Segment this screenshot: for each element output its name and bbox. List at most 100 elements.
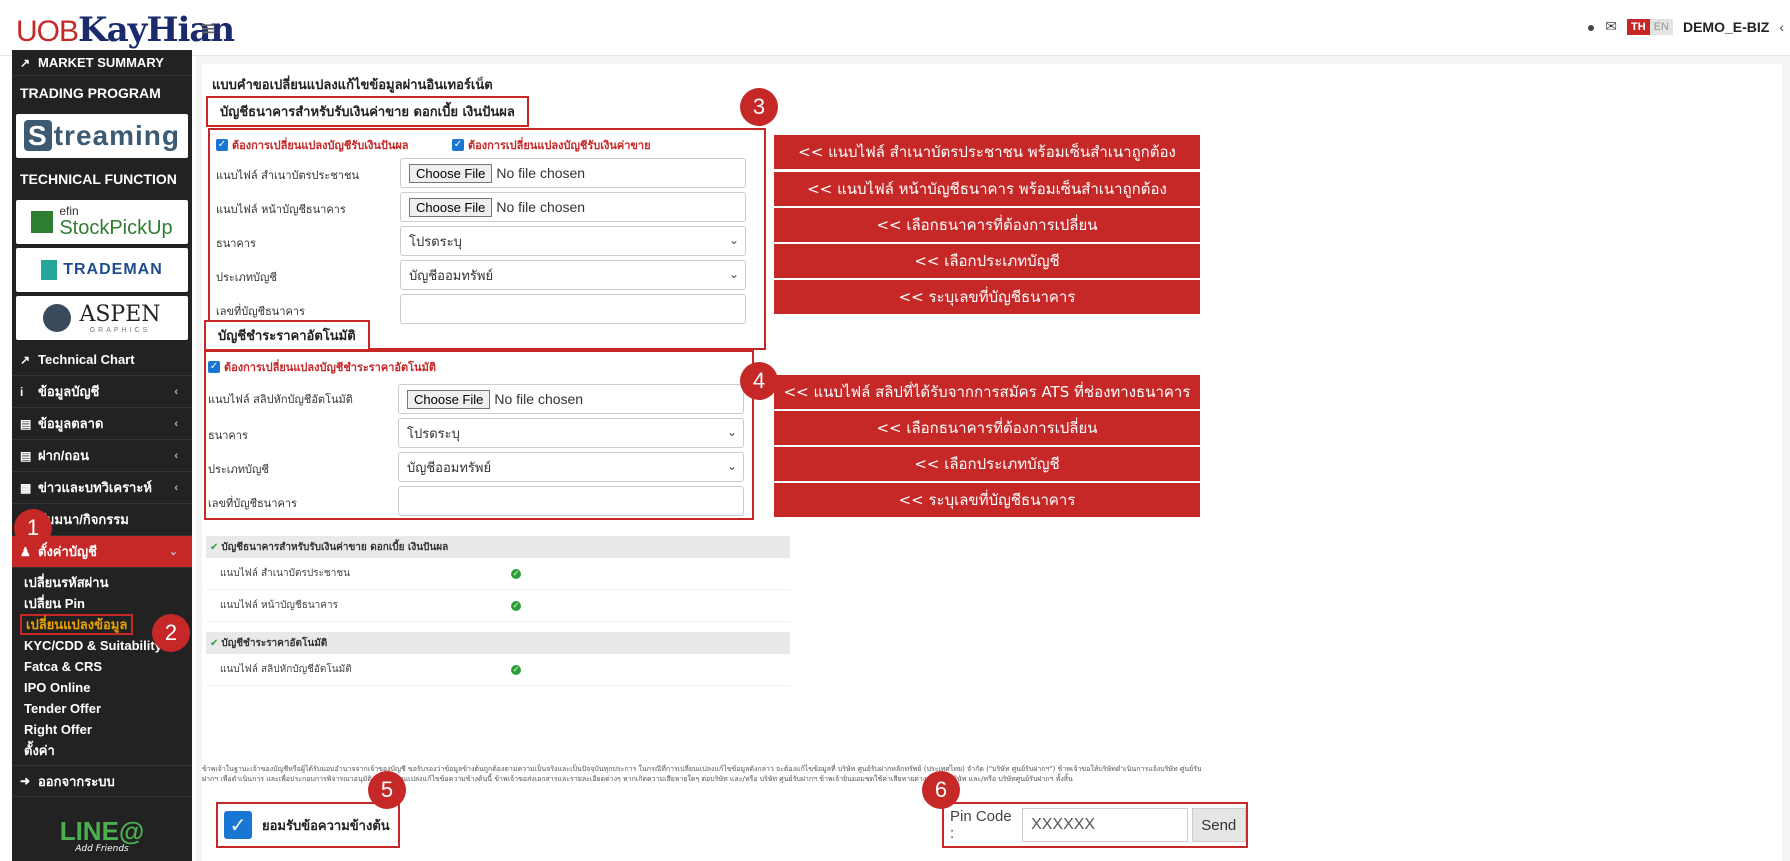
label-ats-account-no: เลขที่บัญชีธนาคาร bbox=[208, 497, 297, 510]
logout-icon: ➜ bbox=[20, 774, 31, 788]
hint-ats-account-type: << เลือกประเภทบัญชี bbox=[774, 447, 1200, 481]
summary-table: ✔ บัญชีธนาคารสำหรับรับเงินค่าขาย ดอกเบี้… bbox=[206, 536, 790, 686]
summary-header-label: บัญชีธนาคารสำหรับรับเงินค่าขาย ดอกเบี้ย … bbox=[221, 541, 449, 553]
file-status: No file chosen bbox=[496, 165, 586, 181]
file-input-ats-slip[interactable]: Choose File No file chosen bbox=[398, 384, 744, 414]
submenu-change-pin[interactable]: เปลี่ยน Pin bbox=[24, 593, 192, 614]
submenu-settings[interactable]: ตั้งค่า bbox=[24, 740, 192, 761]
hamburger-menu-icon[interactable]: ≡ bbox=[200, 16, 217, 40]
top-right-controls: ● ✉ TH EN DEMO_E-BIZ ‹ bbox=[1587, 18, 1784, 35]
sidebar-item-label: Technical Chart bbox=[38, 352, 135, 367]
checkbox-change-dividend[interactable]: ✓ ต้องการเปลี่ยนแปลงบัญชีรับเงินปันผล bbox=[216, 136, 409, 154]
chevron-left-icon: ‹ bbox=[174, 417, 178, 430]
checkbox-change-ats[interactable]: ✓ ต้องการเปลี่ยนแปลงบัญชีชำระราคาอัตโนมั… bbox=[208, 358, 436, 376]
checkbox-change-sale[interactable]: ✓ ต้องการเปลี่ยนแปลงบัญชีรับเงินค่าขาย bbox=[452, 136, 651, 154]
choose-file-button[interactable]: Choose File bbox=[407, 389, 491, 409]
submenu-right-offer[interactable]: Right Offer bbox=[24, 719, 192, 740]
file-input-bookbank[interactable]: Choose File No file chosen bbox=[400, 192, 746, 222]
streaming-label: treaming bbox=[53, 120, 180, 151]
form-panel: แบบคำขอเปลี่ยนแปลงแก้ไขข้อมูลผ่านอินเทอร… bbox=[202, 64, 1782, 861]
choose-file-button[interactable]: Choose File bbox=[409, 163, 493, 183]
file-input-idcard[interactable]: Choose File No file chosen bbox=[400, 158, 746, 188]
pin-code-label: Pin Code : bbox=[950, 808, 1012, 842]
pin-code-group: Pin Code : XXXXXX Send bbox=[942, 802, 1248, 848]
checkbox-checked-icon[interactable]: ✓ bbox=[224, 811, 252, 839]
sidebar-section-trading-program: TRADING PROGRAM bbox=[20, 85, 161, 101]
hint-bookbank: << แนบไฟล์ หน้าบัญชีธนาคาร พร้อมเซ็นสำเน… bbox=[774, 172, 1200, 206]
trademan-logo-icon bbox=[41, 260, 58, 280]
step-badge-6: 6 bbox=[922, 771, 960, 809]
chart-line-icon: ↗ bbox=[20, 352, 31, 367]
label-idcard: แนบไฟล์ สำเนาบัตรประชาชน bbox=[216, 169, 359, 182]
choose-file-button[interactable]: Choose File bbox=[409, 197, 493, 217]
label-account-type: ประเภทบัญชี bbox=[216, 271, 277, 284]
hint-idcard: << แนบไฟล์ สำเนาบัตรประชาชน พร้อมเซ็นสำเ… bbox=[774, 135, 1200, 169]
summary-header-bank: ✔ บัญชีธนาคารสำหรับรับเงินค่าขาย ดอกเบี้… bbox=[206, 536, 790, 558]
sidebar-item-logout[interactable]: ➜ ออกจากระบบ bbox=[12, 765, 192, 797]
accept-terms[interactable]: ✓ ยอมรับข้อความข้างต้น bbox=[216, 802, 400, 848]
submenu-change-info[interactable]: เปลี่ยนแปลงข้อมูล bbox=[20, 614, 134, 635]
user-circle-icon[interactable]: ● bbox=[1587, 19, 1595, 35]
submenu-change-password[interactable]: เปลี่ยนรหัสผ่าน bbox=[24, 572, 192, 593]
sidebar-item-market-data[interactable]: ▤ ข้อมูลตลาด ‹ bbox=[12, 408, 192, 440]
summary-row-label: แนบไฟล์ สลิปหักบัญชีอัตโนมัติ bbox=[220, 664, 352, 675]
submenu-ipo[interactable]: IPO Online bbox=[24, 677, 192, 698]
chevron-left-icon: ‹ bbox=[174, 481, 178, 494]
info-icon: i bbox=[20, 384, 24, 399]
summary-row-idcard: แนบไฟล์ สำเนาบัตรประชาชน ✓ bbox=[206, 558, 790, 590]
sidebar-item-market-summary[interactable]: ↗ MARKET SUMMARY bbox=[12, 50, 192, 76]
efin-label: efin bbox=[59, 203, 79, 218]
sidebar: ↗ MARKET SUMMARY TRADING PROGRAM Streami… bbox=[12, 50, 192, 861]
sidebar-item-label: ออกจากระบบ bbox=[38, 773, 115, 789]
streaming-s-icon: S bbox=[24, 120, 52, 151]
chevron-left-icon: ‹ bbox=[174, 385, 178, 398]
sidebar-item-account-info[interactable]: i ข้อมูลบัญชี ‹ bbox=[12, 376, 192, 408]
checkbox-label: ต้องการเปลี่ยนแปลงบัญชีรับเงินค่าขาย bbox=[468, 139, 651, 152]
chevron-down-icon: ⌄ bbox=[728, 233, 739, 247]
lang-en-button[interactable]: EN bbox=[1649, 18, 1673, 35]
main-content: แบบคำขอเปลี่ยนแปลงแก้ไขข้อมูลผ่านอินเทอร… bbox=[196, 56, 1790, 861]
form-ats-account: ✓ ต้องการเปลี่ยนแปลงบัญชีชำระราคาอัตโนมั… bbox=[204, 350, 754, 520]
label-ats-bank: ธนาคาร bbox=[208, 429, 248, 442]
sidebar-item-technical-chart[interactable]: ↗ Technical Chart bbox=[12, 344, 192, 376]
envelope-icon[interactable]: ✉ bbox=[1605, 18, 1617, 35]
pin-code-input[interactable]: XXXXXX bbox=[1022, 808, 1188, 842]
trademan-label: TRADEMAN bbox=[63, 261, 163, 278]
line-subtext: Add Friends bbox=[75, 844, 129, 854]
select-ats-account-type[interactable]: บัญชีออมทรัพย์ ⌄ bbox=[398, 452, 744, 482]
file-status: No file chosen bbox=[494, 391, 584, 407]
disclaimer-text: ข้าพเจ้าในฐานะเจ้าของบัญชีหรือผู้ได้รับม… bbox=[202, 765, 1202, 783]
step-badge-4: 4 bbox=[740, 362, 778, 400]
streaming-app-tile[interactable]: Streaming bbox=[16, 114, 188, 158]
checkbox-label: ต้องการเปลี่ยนแปลงบัญชีชำระราคาอัตโนมัติ bbox=[224, 361, 436, 374]
stockpickup-label: StockPickUp bbox=[59, 216, 173, 239]
input-ats-account-no[interactable] bbox=[398, 486, 744, 516]
submenu-fatca[interactable]: Fatca & CRS bbox=[24, 656, 192, 677]
file-icon: ▤ bbox=[20, 448, 32, 463]
pin-code-value: XXXXXX bbox=[1031, 816, 1096, 833]
sidebar-item-news[interactable]: ▦ ข่าวและบทวิเคราะห์ ‹ bbox=[12, 472, 192, 504]
lang-th-button[interactable]: TH bbox=[1627, 18, 1650, 35]
efin-stockpickup-tile[interactable]: efin StockPickUp bbox=[16, 200, 188, 244]
hint-ats-bank: << เลือกธนาคารที่ต้องการเปลี่ยน bbox=[774, 411, 1200, 445]
label-bookbank: แนบไฟล์ หน้าบัญชีธนาคาร bbox=[216, 203, 346, 216]
check-circle-icon: ✓ bbox=[511, 601, 521, 611]
sidebar-item-deposit-withdraw[interactable]: ▤ ฝาก/ถอน ‹ bbox=[12, 440, 192, 472]
top-bar: UOBKayHian ≡ ● ✉ TH EN DEMO_E-BIZ ‹ bbox=[0, 0, 1790, 56]
trademan-tile[interactable]: TRADEMAN bbox=[16, 248, 188, 292]
line-add-friend[interactable]: LINE@ Add Friends bbox=[12, 811, 192, 861]
select-ats-bank[interactable]: โปรดระบุ ⌄ bbox=[398, 418, 744, 448]
select-bank[interactable]: โปรดระบุ ⌄ bbox=[400, 226, 746, 256]
label-account-no: เลขที่บัญชีธนาคาร bbox=[216, 305, 305, 318]
chevron-left-icon[interactable]: ‹ bbox=[1779, 19, 1784, 35]
username[interactable]: DEMO_E-BIZ bbox=[1683, 19, 1769, 35]
aspen-graphics-tile[interactable]: ASPEN GRAPHICS bbox=[16, 296, 188, 340]
input-account-no[interactable] bbox=[400, 294, 746, 324]
submenu-tender-offer[interactable]: Tender Offer bbox=[24, 698, 192, 719]
accept-terms-label: ยอมรับข้อความข้างต้น bbox=[262, 818, 390, 834]
bar-chart-icon: ▤ bbox=[20, 416, 32, 431]
sidebar-item-label: ข้อมูลตลาด bbox=[38, 416, 104, 431]
send-button[interactable]: Send bbox=[1191, 808, 1246, 842]
sidebar-item-label: ตั้งค่าบัญชี bbox=[38, 544, 97, 559]
select-account-type[interactable]: บัญชีออมทรัพย์ ⌄ bbox=[400, 260, 746, 290]
